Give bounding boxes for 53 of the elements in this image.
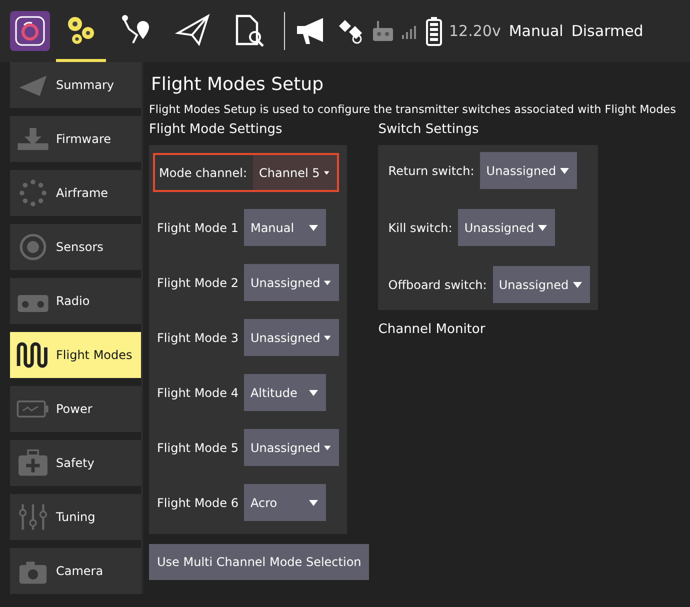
field-label: Return switch: xyxy=(388,164,474,178)
dropdown[interactable]: Unassigned xyxy=(492,266,590,303)
sidebar-item[interactable]: Sensors xyxy=(10,224,141,270)
field-label: Kill switch: xyxy=(388,220,452,234)
sidebar-item[interactable]: Firmware xyxy=(10,116,141,162)
field-label: Offboard switch: xyxy=(388,278,487,292)
dropdown[interactable]: Unassigned xyxy=(244,264,339,301)
multi-channel-button[interactable]: Use Multi Channel Mode Selection xyxy=(149,544,370,580)
sidebar-item[interactable]: Safety xyxy=(10,440,141,486)
sidebar-item[interactable]: Flight Modes xyxy=(10,332,141,378)
dropdown[interactable]: Altitude xyxy=(244,374,326,411)
sidebar-item[interactable]: Airframe xyxy=(10,170,141,216)
section-heading: Channel Monitor xyxy=(378,322,486,337)
flight-mode-status[interactable]: Manual xyxy=(508,22,564,40)
sidebar-item[interactable]: Tuning xyxy=(10,494,141,540)
caret-icon xyxy=(309,224,318,230)
signal-bars-icon[interactable] xyxy=(401,23,419,39)
field-label: Mode channel: xyxy=(159,166,248,180)
dropdown[interactable]: Acro xyxy=(244,484,326,521)
page-description: Flight Modes Setup is used to configure the transmitter switches associated with Flight Modes xyxy=(149,103,677,116)
sidebar-item[interactable]: Radio xyxy=(10,278,141,324)
arm-status[interactable]: Disarmed xyxy=(571,22,644,40)
caret-icon xyxy=(324,280,331,286)
caret-icon xyxy=(560,168,570,174)
dropdown[interactable]: Unassigned xyxy=(458,209,556,246)
field-label: Flight Mode 2 xyxy=(157,276,238,290)
field-label: Flight Mode 4 xyxy=(157,386,238,400)
battery-voltage: 12.20v xyxy=(449,22,501,40)
dropdown[interactable]: Unassigned xyxy=(244,319,339,356)
field-label: Flight Mode 3 xyxy=(157,330,238,344)
field-label: Flight Mode 1 xyxy=(157,220,238,234)
section-heading: Switch Settings xyxy=(378,122,480,137)
caret-icon xyxy=(572,282,582,288)
caret-icon xyxy=(324,170,329,176)
battery-icon[interactable] xyxy=(425,16,443,46)
caret-icon xyxy=(324,444,331,450)
field-label: Flight Mode 5 xyxy=(157,440,238,454)
dropdown[interactable]: Unassigned xyxy=(244,429,339,466)
caret-icon xyxy=(309,390,318,396)
caret-icon xyxy=(538,224,548,230)
section-heading: Flight Mode Settings xyxy=(149,122,284,137)
caret-icon xyxy=(309,500,318,506)
dropdown[interactable]: Manual xyxy=(244,209,326,246)
sidebar-item[interactable]: Power xyxy=(10,386,141,432)
field-label: Flight Mode 6 xyxy=(157,496,238,510)
dropdown[interactable]: Channel 5 xyxy=(253,155,337,190)
sidebar-item[interactable]: Summary xyxy=(10,62,141,108)
sidebar-item[interactable]: Camera xyxy=(10,548,141,594)
app-logo-icon[interactable] xyxy=(10,11,50,51)
caret-icon xyxy=(324,334,331,340)
page-title: Flight Modes Setup xyxy=(151,74,325,95)
dropdown[interactable]: Unassigned xyxy=(480,152,578,189)
remote-control-icon[interactable] xyxy=(371,19,395,43)
